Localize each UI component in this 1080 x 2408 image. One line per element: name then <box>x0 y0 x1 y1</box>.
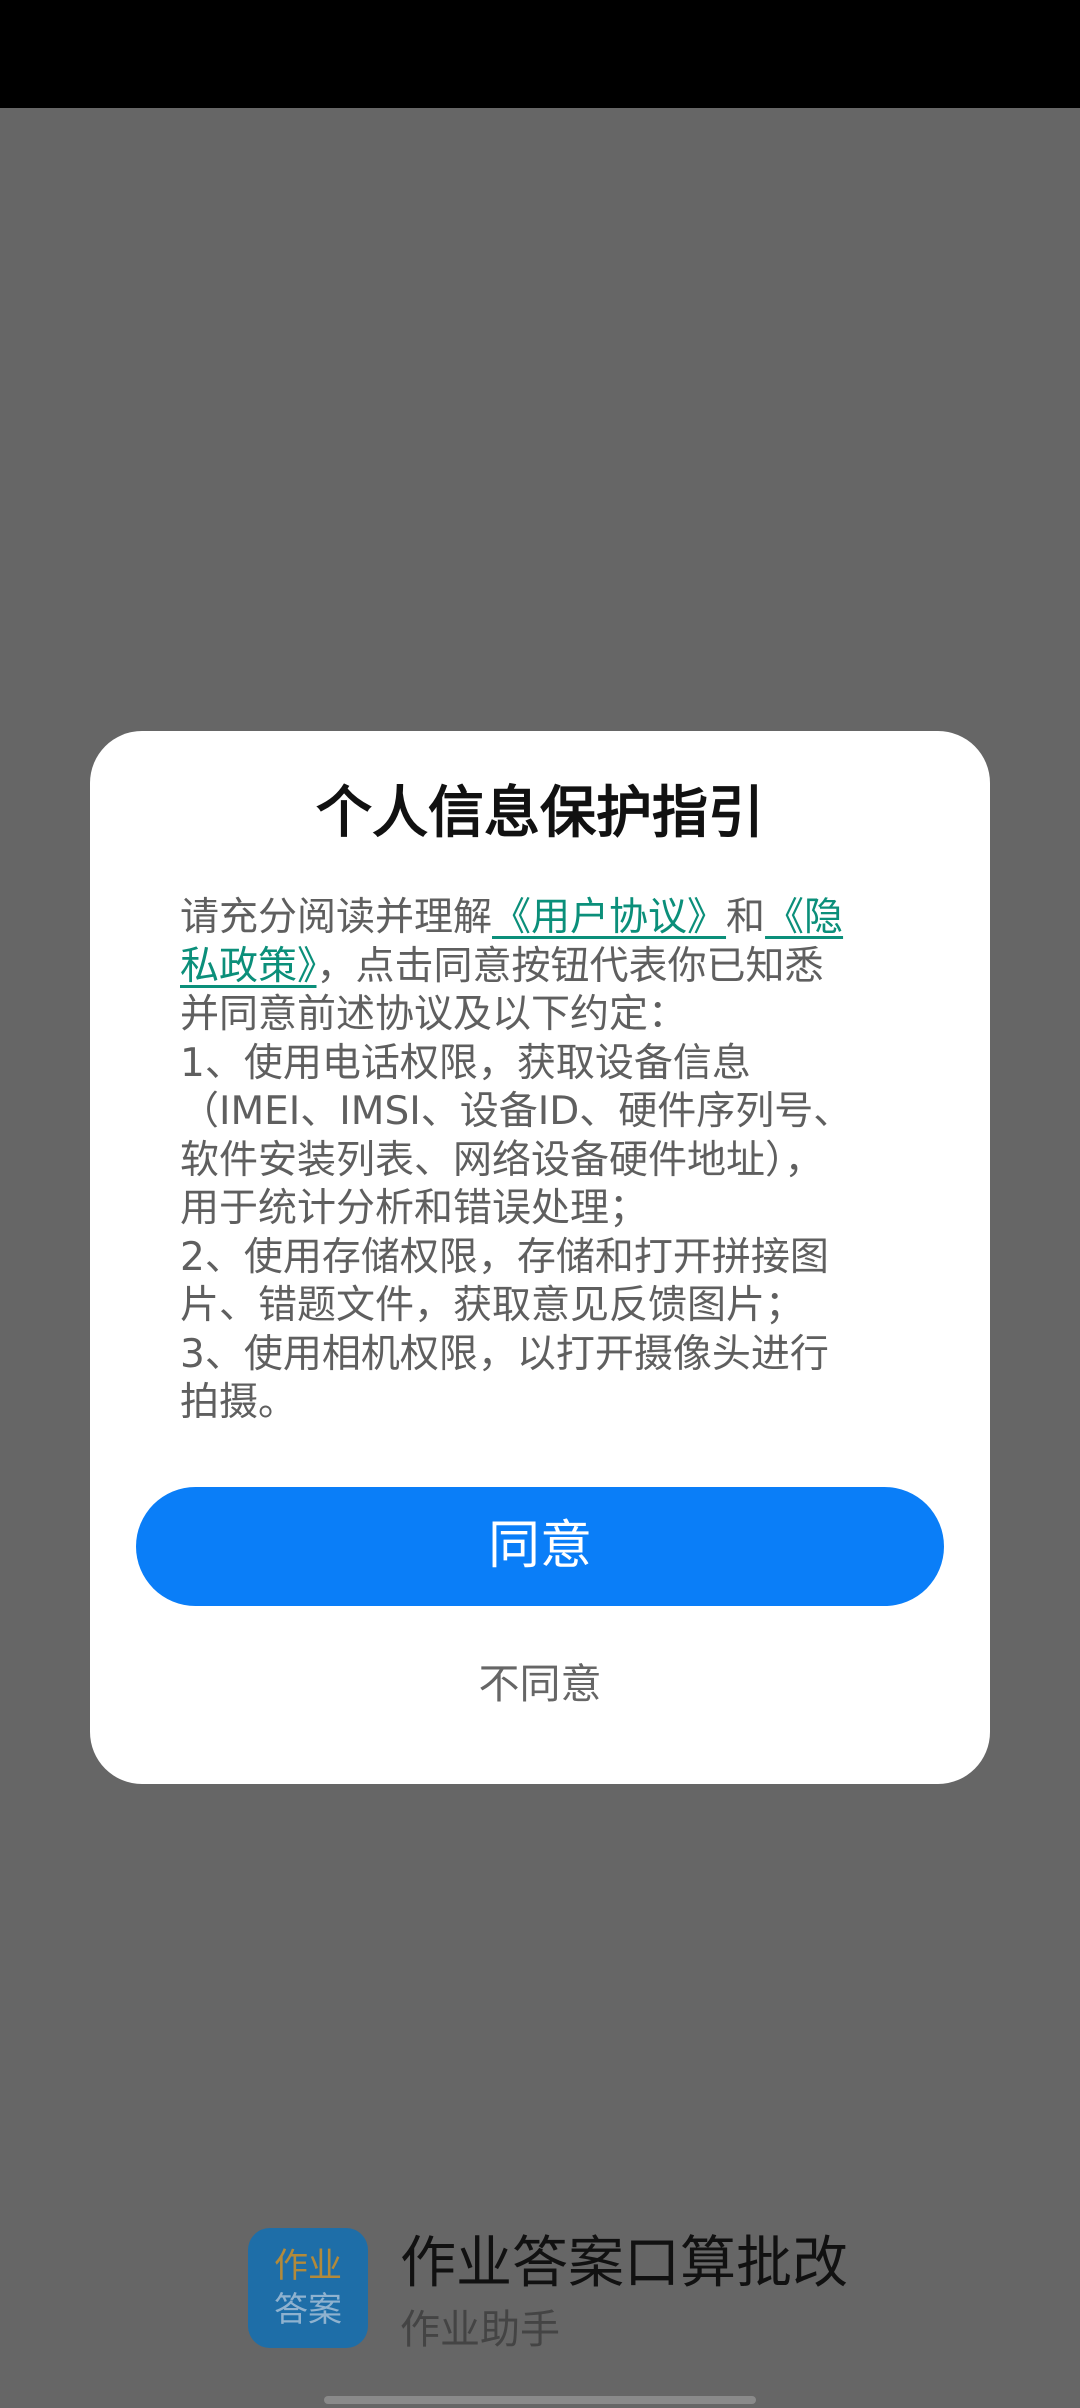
body-line-4: 1、使用电话权限，获取设备信息 <box>180 1040 751 1086</box>
status-bar <box>0 0 1080 108</box>
body-line-2: 私政策》，点击同意按钮代表你已知悉 <box>180 943 900 992</box>
body-line-9: 片、错题文件，获取意见反馈图片； <box>180 1283 805 1328</box>
body-line-5: （IMEI、IMSI、设备ID、硬件序列号、 <box>180 1089 853 1134</box>
app-logo-text-top: 作业 <box>274 2246 342 2286</box>
body-line-7: 用于统计分析和错误处理； <box>180 1186 649 1231</box>
disagree-button[interactable]: 不同意 <box>390 1649 690 1719</box>
and-text: 和 <box>726 895 766 940</box>
agree-button[interactable]: 同意 <box>136 1487 944 1606</box>
app-logo-text-bottom: 答案 <box>274 2290 342 2330</box>
intro-text: 请充分阅读并理解 <box>180 895 493 940</box>
app-subtitle: 作业助手 <box>400 2307 560 2353</box>
app-name: 作业答案口算批改 <box>400 2231 848 2296</box>
body-line-3: 并同意前述协议及以下约定： <box>180 992 688 1037</box>
privacy-policy-link-start[interactable]: 《隐 <box>765 895 843 940</box>
privacy-dialog: 个人信息保护指引 请充分阅读并理解《用户协议》和《隐 私政策》，点击同意按钮代表… <box>90 731 990 1784</box>
app-logo: 作业 答案 <box>248 2228 368 2348</box>
body-line-11: 拍摄。 <box>180 1380 298 1425</box>
body-line-6: 软件安装列表、网络设备硬件地址）， <box>180 1137 824 1183</box>
user-agreement-link[interactable]: 《用户协议》 <box>492 895 726 940</box>
dialog-body: 请充分阅读并理解《用户协议》和《隐 私政策》，点击同意按钮代表你已知悉 并同意前… <box>180 894 900 1428</box>
body-line-8: 2、使用存储权限，存储和打开拼接图 <box>180 1234 829 1280</box>
body-line-1: 请充分阅读并理解《用户协议》和《隐 <box>180 894 900 943</box>
body-line-10: 3、使用相机权限，以打开摄像头进行 <box>180 1331 829 1377</box>
dialog-title: 个人信息保护指引 <box>316 781 764 846</box>
home-indicator[interactable] <box>324 2396 756 2404</box>
after-links-text: ，点击同意按钮代表你已知悉 <box>316 943 824 989</box>
privacy-policy-link-end[interactable]: 私政策》 <box>180 944 317 989</box>
